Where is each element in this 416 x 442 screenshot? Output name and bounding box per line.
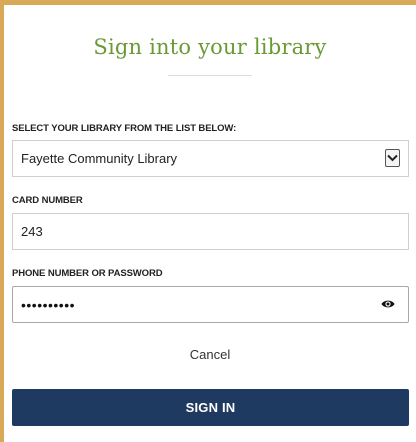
chevron-down-icon[interactable] bbox=[385, 149, 400, 167]
cancel-link[interactable]: Cancel bbox=[4, 347, 416, 362]
eye-icon[interactable] bbox=[381, 297, 395, 308]
library-select[interactable]: Fayette Community Library bbox=[12, 140, 409, 177]
password-label: PHONE NUMBER OR PASSWORD bbox=[12, 268, 163, 279]
card-number-input[interactable]: 243 bbox=[12, 213, 409, 250]
sign-in-card: Sign into your library SELECT YOUR LIBRA… bbox=[4, 5, 416, 442]
library-select-value: Fayette Community Library bbox=[21, 151, 178, 166]
card-number-value: 243 bbox=[21, 224, 43, 239]
card-number-label: CARD NUMBER bbox=[12, 195, 83, 206]
sign-in-button[interactable]: SIGN IN bbox=[12, 389, 409, 426]
password-input[interactable]: •••••••••• bbox=[12, 286, 409, 323]
password-value: •••••••••• bbox=[21, 296, 76, 313]
page-title: Sign into your library bbox=[93, 35, 327, 59]
library-select-label: SELECT YOUR LIBRARY FROM THE LIST BELOW: bbox=[12, 123, 237, 134]
title-divider bbox=[168, 75, 252, 76]
